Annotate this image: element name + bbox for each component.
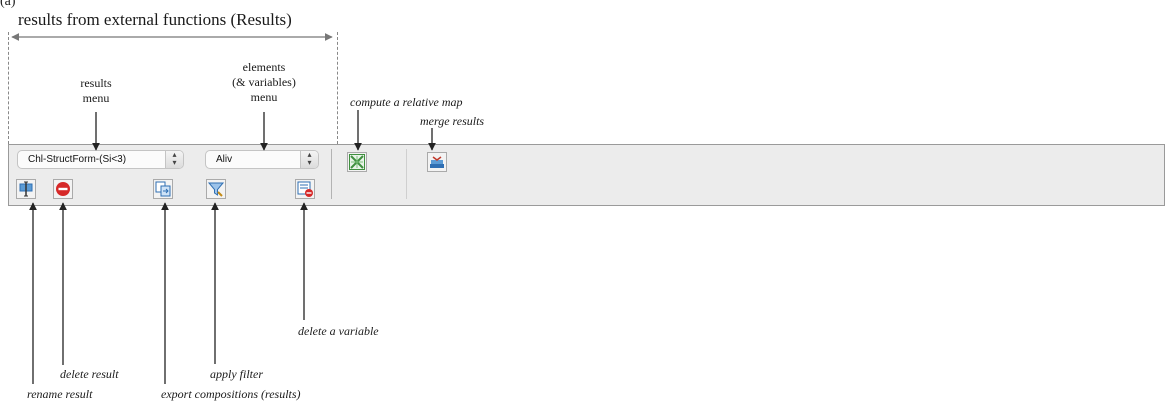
arrows-overlay (11, 33, 436, 384)
